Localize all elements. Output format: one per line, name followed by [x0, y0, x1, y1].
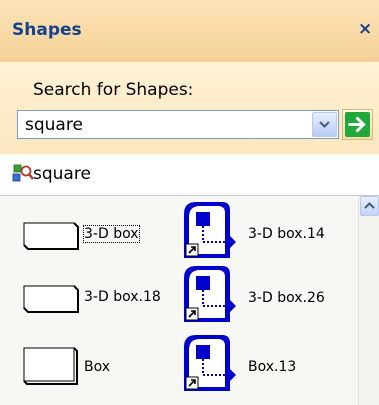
panel-title: Shapes	[12, 20, 82, 40]
search-history-dropdown[interactable]	[312, 112, 337, 137]
chevron-up-icon	[364, 201, 375, 209]
box-shape-icon	[23, 347, 78, 385]
search-go-button[interactable]	[342, 109, 373, 140]
3d-box-shape-icon	[23, 285, 79, 313]
search-area: Search for Shapes: square	[0, 62, 379, 154]
scroll-up-button[interactable]	[360, 196, 379, 216]
vertical-scrollbar[interactable]	[358, 196, 379, 405]
master-shortcut-icon	[184, 202, 236, 258]
search-input[interactable]: square	[17, 110, 339, 139]
search-results-header: square	[0, 154, 379, 196]
shape-3d-box[interactable]: 3-D box	[22, 218, 162, 258]
search-results-label: square	[33, 164, 91, 184]
shape-box-13[interactable]: Box.13	[178, 333, 348, 397]
shape-label: 3-D box.26	[248, 290, 325, 306]
close-button[interactable]: ×	[358, 19, 372, 39]
master-shortcut-icon	[184, 335, 236, 391]
chevron-down-icon	[319, 121, 330, 129]
shape-label: 3-D box	[83, 225, 140, 243]
arrow-right-icon	[345, 112, 370, 137]
shapes-panel-header: Shapes ×	[0, 0, 379, 63]
shapes-results-list: 3-D box 3-D box.14 3-D box.18 3-D box.26…	[0, 196, 379, 405]
shape-label: 3-D box.18	[84, 289, 161, 305]
shape-3d-box-18[interactable]: 3-D box.18	[22, 281, 172, 321]
shape-3d-box-26[interactable]: 3-D box.26	[178, 264, 348, 328]
shape-label: Box.13	[248, 359, 297, 375]
shape-label: 3-D box.14	[248, 226, 325, 242]
shape-3d-box-14[interactable]: 3-D box.14	[178, 200, 348, 264]
search-label: Search for Shapes:	[33, 80, 194, 100]
shape-box[interactable]: Box	[22, 346, 142, 388]
master-shortcut-icon	[184, 266, 236, 322]
3d-box-shape-icon	[23, 222, 79, 250]
shape-label: Box	[84, 359, 111, 375]
search-results-icon	[12, 164, 34, 182]
search-input-value: square	[25, 115, 83, 135]
